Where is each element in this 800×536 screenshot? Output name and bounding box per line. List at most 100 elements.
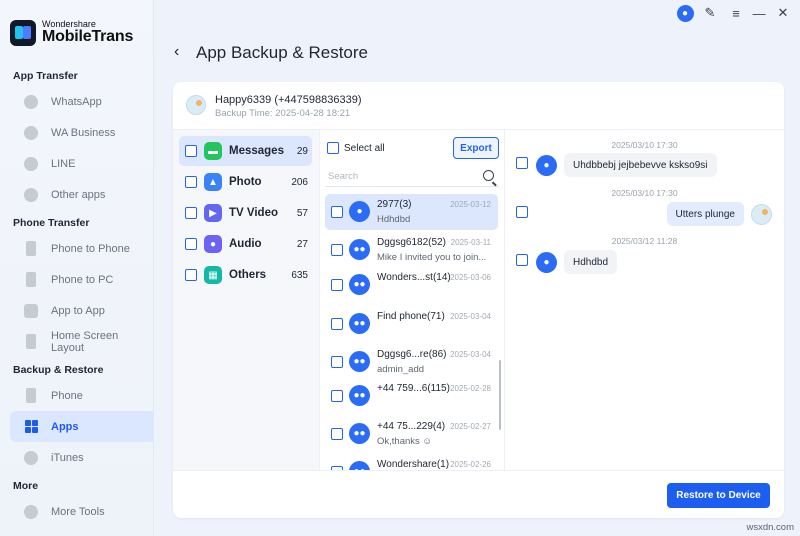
checkbox[interactable]	[331, 244, 343, 256]
checkbox[interactable]	[331, 318, 343, 330]
back-button[interactable]: ‹	[174, 43, 179, 61]
sidebar-item-more-tools[interactable]: More Tools	[10, 496, 154, 527]
close-icon[interactable]: ✕	[772, 4, 794, 22]
select-all[interactable]: Select all	[327, 142, 385, 154]
itunes-icon	[24, 450, 38, 465]
sidebar-item-phone-to-pc[interactable]: Phone to PC	[10, 264, 154, 295]
minimize-icon[interactable]: —	[748, 4, 770, 22]
sidebar-item-label: Phone to Phone	[51, 242, 130, 255]
message-bubble: Hdhdbd	[564, 250, 618, 274]
message-checkbox[interactable]	[516, 157, 528, 169]
sidebar-item-app-to-app[interactable]: App to App	[10, 295, 154, 326]
sidebar-item-home-screen-layout[interactable]: Home Screen Layout	[10, 326, 154, 357]
list-item[interactable]: ●● Wonders...st(14) 2025-03-06	[325, 267, 498, 303]
conversation-name: Dggsg6...re(86)	[377, 349, 447, 360]
category-messages[interactable]: ▬ Messages 29	[179, 136, 312, 166]
group-avatar-icon: ●●	[349, 274, 370, 295]
conversation-date: 2025-03-04	[450, 350, 491, 359]
sidebar-item-label: Phone to PC	[51, 273, 114, 286]
category-photo[interactable]: ▲ Photo 206	[179, 167, 312, 197]
group-avatar-icon: ●●	[349, 461, 370, 470]
sidebar-item-other-apps[interactable]: Other apps	[10, 179, 154, 210]
category-label: Messages	[229, 145, 284, 157]
home-screen-icon	[26, 334, 36, 349]
category-count: 27	[296, 238, 308, 250]
category-label: TV Video	[229, 207, 278, 219]
contact-avatar-icon: ●	[536, 252, 557, 273]
message-checkbox[interactable]	[516, 206, 528, 218]
message-timestamp: 2025/03/10 17:30	[611, 188, 678, 198]
contact-avatar-icon: ●	[349, 201, 370, 222]
conversation-name: 2977(3)	[377, 199, 412, 210]
conversation-preview: Hdhdbd	[377, 214, 411, 225]
checkbox[interactable]	[185, 207, 197, 219]
category-others[interactable]: ▦ Others 635	[179, 260, 312, 290]
category-count: 206	[291, 176, 308, 188]
phone-to-phone-icon	[26, 241, 36, 256]
category-tv-video[interactable]: ▶ TV Video 57	[179, 198, 312, 228]
sidebar-item-phone[interactable]: Phone	[10, 380, 154, 411]
restore-to-device-button[interactable]: Restore to Device	[667, 483, 770, 508]
checkbox[interactable]	[185, 145, 197, 157]
export-button[interactable]: Export	[453, 137, 499, 159]
sidebar-item-phone-to-phone[interactable]: Phone to Phone	[10, 233, 154, 264]
user-icon: ●	[676, 4, 694, 22]
backup-name: Happy6339 (+447598836339)	[215, 94, 362, 106]
sidebar-item-label: App to App	[51, 304, 105, 317]
search-icon[interactable]	[483, 170, 494, 181]
category-label: Audio	[229, 238, 262, 250]
sidebar-item-whatsapp[interactable]: WhatsApp	[10, 86, 154, 117]
list-item[interactable]: ●● Dggsg6182(52) 2025-03-11 Mike I invit…	[325, 232, 498, 268]
sidebar-item-label: More Tools	[51, 505, 105, 518]
tv-video-icon: ▶	[204, 204, 222, 222]
select-all-checkbox[interactable]	[327, 142, 339, 154]
backup-header: Happy6339 (+447598836339) Backup Time: 2…	[173, 82, 784, 130]
edit-feedback-icon[interactable]: ✎	[699, 4, 721, 22]
list-item[interactable]: ●● Dggsg6...re(86) 2025-03-04 admin_add	[325, 344, 498, 380]
search-input[interactable]: Search	[325, 167, 499, 187]
list-item[interactable]: ●● Find phone(71) 2025-03-04	[325, 306, 498, 342]
conversation-preview: Mike I invited you to join...	[377, 252, 487, 263]
checkbox[interactable]	[331, 206, 343, 218]
conversation-name: Wondershare(1)	[377, 459, 450, 470]
sidebar-item-itunes[interactable]: iTunes	[10, 442, 154, 473]
checkbox[interactable]	[185, 238, 197, 250]
checkbox[interactable]	[331, 428, 343, 440]
group-avatar-icon: ●●	[349, 385, 370, 406]
group-avatar-icon: ●●	[349, 239, 370, 260]
sidebar-item-wa-business[interactable]: WA Business	[10, 117, 154, 148]
list-item[interactable]: ●● +44 75...229(4) 2025-02-27 Ok,thanks …	[325, 416, 498, 452]
conversation-name: Dggsg6182(52)	[377, 237, 446, 248]
brand-big: MobileTrans	[42, 28, 134, 46]
menu-icon[interactable]: ≡	[725, 4, 747, 22]
list-item[interactable]: ●● Wondershare(1) 2025-02-26	[325, 454, 498, 470]
scrollbar[interactable]	[499, 360, 501, 430]
conversation-name: +44 759...6(115)	[377, 383, 450, 394]
checkbox[interactable]	[331, 390, 343, 402]
list-item[interactable]: ● 2977(3) 2025-03-12 Hdhdbd	[325, 194, 498, 230]
conversation-date: 2025-03-11	[450, 238, 491, 247]
category-label: Others	[229, 269, 267, 281]
category-list: ▬ Messages 29 ▲ Photo 206 ▶ TV Video 57 …	[173, 130, 319, 470]
checkbox[interactable]	[185, 269, 197, 281]
conversation-date: 2025-03-12	[450, 200, 491, 209]
checkbox[interactable]	[185, 176, 197, 188]
list-item[interactable]: ●● +44 759...6(115) 2025-02-28	[325, 378, 498, 414]
category-label: Photo	[229, 176, 262, 188]
card-footer: Restore to Device	[173, 470, 784, 518]
checkbox[interactable]	[331, 356, 343, 368]
select-all-label: Select all	[344, 142, 385, 154]
sidebar-item-apps[interactable]: Apps	[10, 411, 154, 442]
checkbox[interactable]	[331, 279, 343, 291]
conversation-date: 2025-03-06	[450, 273, 491, 282]
section-app-transfer: App Transfer	[13, 70, 78, 82]
category-audio[interactable]: ● Audio 27	[179, 229, 312, 259]
message-checkbox[interactable]	[516, 254, 528, 266]
phone-to-pc-icon	[26, 272, 36, 287]
sidebar-item-line[interactable]: LINE	[10, 148, 154, 179]
conversation-name: Wonders...st(14)	[377, 272, 451, 283]
more-tools-icon	[24, 504, 38, 519]
conversation-date: 2025-02-26	[450, 460, 491, 469]
account-button[interactable]: ●	[674, 4, 696, 22]
audio-icon: ●	[204, 235, 222, 253]
